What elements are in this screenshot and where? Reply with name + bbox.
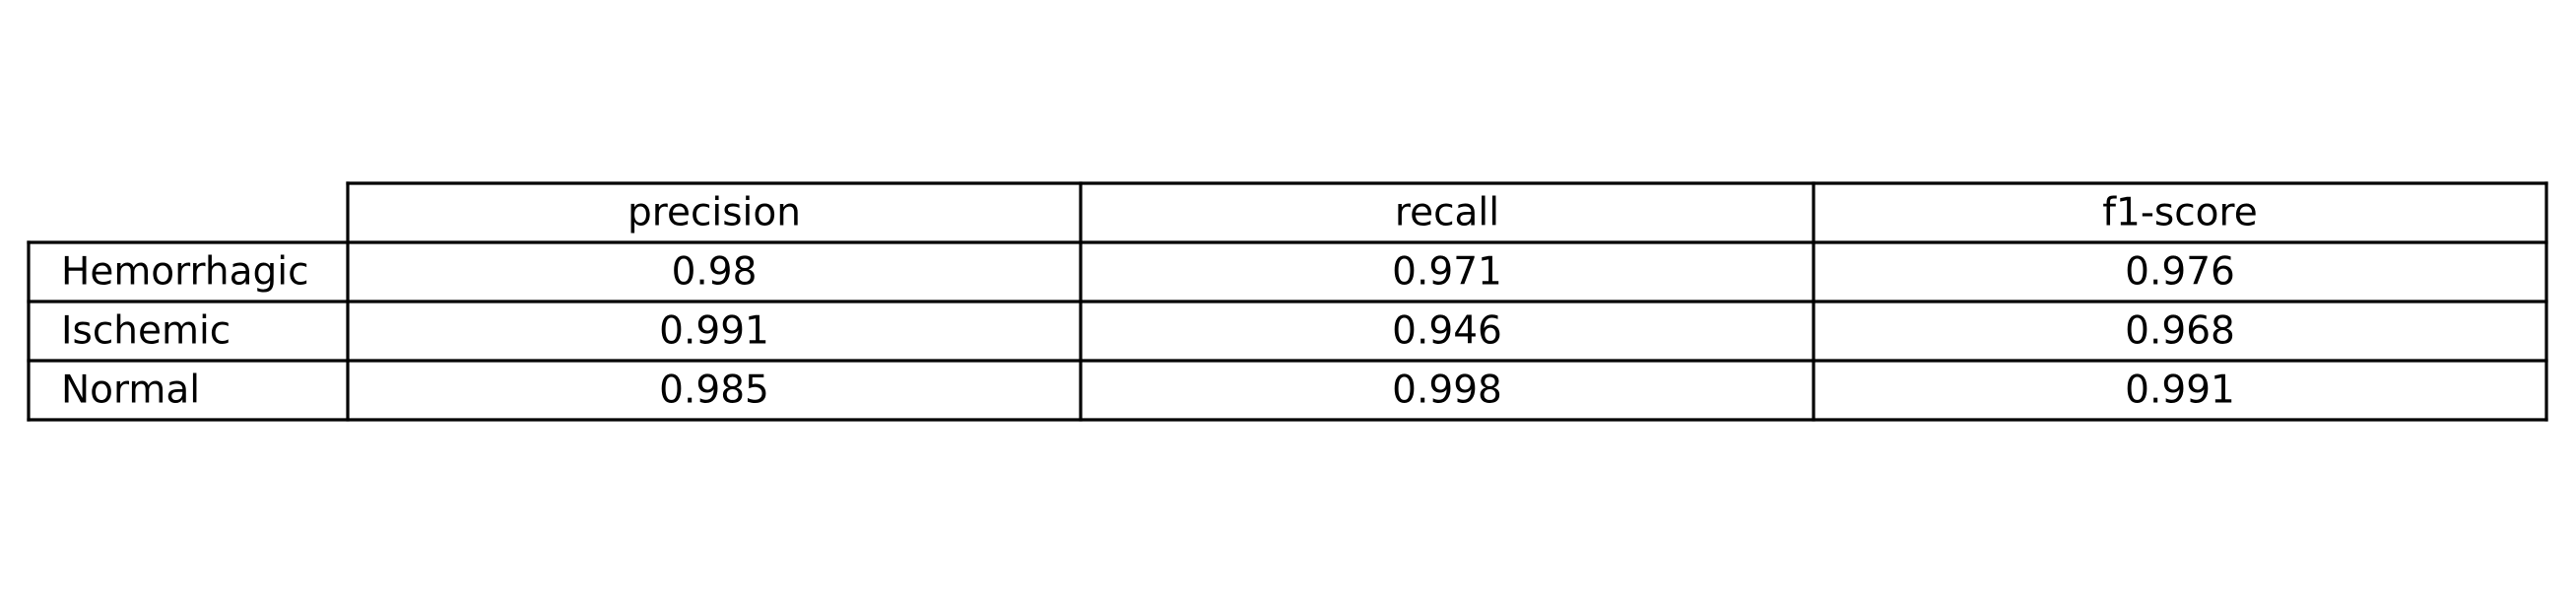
table-cell-value: 0.991 [2125,369,2235,413]
column-header: f1-score [2102,191,2257,235]
table-cell-value: 0.968 [2125,309,2235,354]
table-cell-value: 0.976 [2125,250,2235,295]
column-header: precision [627,191,801,235]
table-cell-value: 0.985 [659,369,769,413]
row-label: Ischemic [61,309,231,354]
table-cell-value: 0.991 [659,309,769,354]
table-cell-value: 0.998 [1392,369,1502,413]
classification-report-table: precision recall f1-score Hemorrhagic 0.98 0.… [27,181,2548,422]
row-label: Normal [61,369,200,413]
column-header: recall [1395,191,1499,235]
table-cell-value: 0.946 [1392,309,1502,354]
row-label: Hemorrhagic [61,250,309,295]
table-cell-value: 0.98 [672,250,758,295]
table-cell-value: 0.971 [1392,250,1502,295]
